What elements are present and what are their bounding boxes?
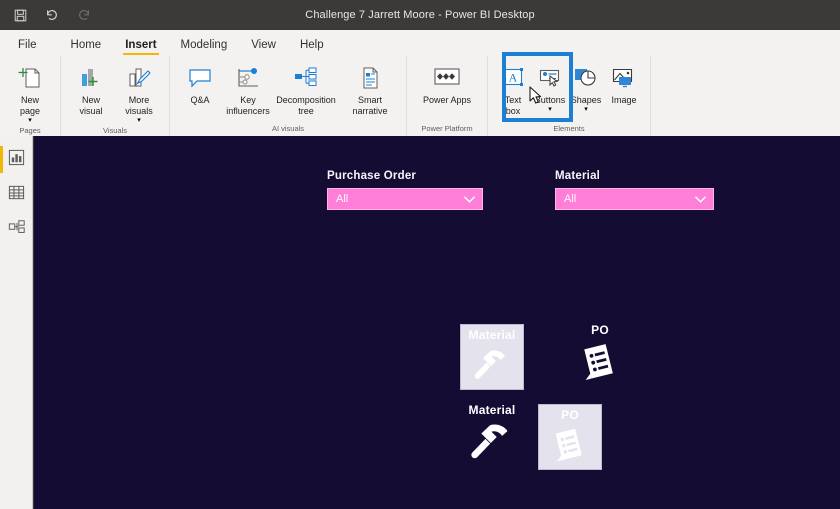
tab-help[interactable]: Help [288,39,336,56]
ribbon-tab-bar: File Home Insert Modeling View Help [0,30,840,56]
more-visuals-icon [126,63,152,93]
new-page-button[interactable]: New page ▾ [6,59,54,124]
slicer-purchase-order-dropdown[interactable]: All [327,188,483,210]
tab-home[interactable]: Home [59,39,114,56]
text-box-button[interactable]: A Text box [494,59,532,117]
sidebar-item-report-view[interactable] [0,142,33,177]
slicer-material-value: All [564,193,577,205]
smart-narrative-icon [357,63,383,93]
new-visual-label: New visual [79,95,103,116]
text-box-icon: A [501,63,525,93]
ribbon-group-label-power-platform: Power Platform [421,124,473,133]
slicer-material[interactable]: Material All [555,170,714,210]
shapes-button[interactable]: Shapes ▾ [568,59,604,113]
data-table-icon [8,184,25,206]
purchase-order-doc-icon [578,337,622,388]
canvas-image-po-framed[interactable]: PO [538,404,602,470]
title-bar: Challenge 7 Jarrett Moore - Power BI Des… [0,0,840,30]
smart-narrative-label: Smart narrative [352,95,388,116]
buttons-icon [538,63,562,93]
chevron-down-icon[interactable] [694,195,707,204]
report-canvas[interactable]: Purchase Order All Material All Material… [34,136,840,509]
ribbon-group-visuals: New visual More visuals ▾ Visuals [61,56,170,136]
ribbon-group-ai-visuals: Q&A Key influencers Decomposition tree S… [170,56,407,136]
ribbon-group-label-elements: Elements [553,124,585,133]
qna-icon [187,63,213,93]
image-label: Image [611,95,637,105]
new-page-icon [17,63,43,93]
hammer-icon [467,417,517,468]
image-icon [611,63,637,93]
ribbon-group-power-platform: Power Apps Power Platform [407,56,488,136]
slicer-material-title: Material [555,170,601,182]
key-influencers-button[interactable]: Key influencers [224,59,272,117]
ribbon-group-elements: A Text box Buttons ▾ Shapes ▾ Image Elem… [488,56,651,136]
text-box-label: Text box [504,95,522,116]
quick-access-toolbar [0,5,94,25]
slicer-purchase-order[interactable]: Purchase Order All [327,170,483,210]
new-page-chevron-down-icon[interactable]: ▾ [28,117,32,124]
buttons-button[interactable]: Buttons ▾ [532,59,568,113]
undo-button[interactable] [42,5,62,25]
new-visual-button[interactable]: New visual [67,59,115,117]
new-page-label: New page [19,95,41,116]
save-button[interactable] [10,5,30,25]
power-apps-icon [432,63,462,93]
sidebar-item-data-view[interactable] [0,177,33,212]
canvas-image-caption: Material [468,328,516,342]
window-title: Challenge 7 Jarrett Moore - Power BI Des… [305,9,535,21]
tab-view[interactable]: View [239,39,288,56]
purchase-order-doc-icon [550,422,590,469]
slicer-purchase-order-value: All [336,193,349,205]
qna-button[interactable]: Q&A [176,59,224,106]
qna-label: Q&A [190,95,210,105]
decomposition-tree-button[interactable]: Decomposition tree [272,59,340,117]
tab-insert[interactable]: Insert [113,39,168,56]
decomposition-tree-label: Decomposition tree [276,95,336,116]
canvas-image-material-plain[interactable]: Material [458,400,526,468]
model-relationships-icon [8,219,26,241]
shapes-icon [573,63,599,93]
canvas-image-po-plain[interactable]: PO [569,320,631,388]
shapes-chevron-down-icon[interactable]: ▾ [584,106,588,113]
power-bi-desktop-window: Challenge 7 Jarrett Moore - Power BI Des… [0,0,840,509]
decomposition-tree-icon [293,63,319,93]
sidebar-item-model-view[interactable] [0,212,33,247]
ribbon-group-pages: New page ▾ Pages [0,56,61,136]
slicer-material-dropdown[interactable]: All [555,188,714,210]
image-button[interactable]: Image [604,59,644,106]
more-visuals-label: More visuals [125,95,153,116]
shapes-label: Shapes [570,95,602,105]
key-influencers-label: Key influencers [226,95,270,116]
redo-button[interactable] [74,5,94,25]
slicer-purchase-order-title: Purchase Order [327,170,417,182]
smart-narrative-button[interactable]: Smart narrative [340,59,400,117]
chevron-down-icon[interactable] [463,195,476,204]
more-visuals-chevron-down-icon[interactable]: ▾ [137,117,141,124]
buttons-chevron-down-icon[interactable]: ▾ [548,106,552,113]
report-bar-chart-icon [8,149,25,171]
canvas-image-caption: PO [561,408,579,422]
canvas-image-caption: PO [591,323,609,337]
new-visual-icon [78,63,104,93]
canvas-image-material-framed[interactable]: Material [460,324,524,390]
power-apps-label: Power Apps [422,95,472,105]
hammer-icon [471,342,513,389]
svg-text:A: A [509,71,518,85]
view-switcher-rail [0,136,33,509]
buttons-label: Buttons [534,95,566,105]
tab-file[interactable]: File [14,39,59,56]
ribbon-group-label-ai-visuals: AI visuals [271,124,305,133]
key-influencers-icon [235,63,261,93]
ribbon: New page ▾ Pages New visual More visuals… [0,56,840,136]
power-apps-button[interactable]: Power Apps [413,59,481,106]
tab-modeling[interactable]: Modeling [169,39,240,56]
more-visuals-button[interactable]: More visuals ▾ [115,59,163,124]
canvas-image-caption: Material [468,403,516,417]
